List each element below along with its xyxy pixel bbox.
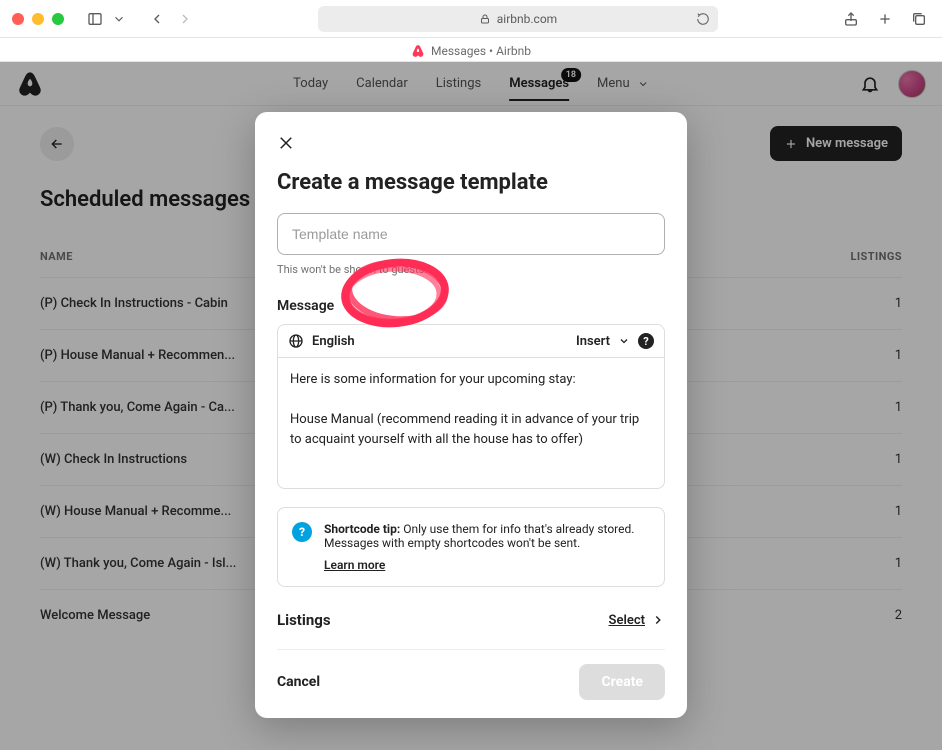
tab-title-text: Messages • Airbnb [431,44,531,58]
tip-label: Shortcode tip: [324,522,400,536]
insert-label: Insert [576,334,610,349]
template-name-hint: This won't be shown to guests. [277,263,665,276]
browser-chrome: airbnb.com [0,0,942,38]
listings-label: Listings [277,611,331,629]
select-label: Select [609,613,645,628]
message-section-label: Message [277,298,665,314]
template-name-input[interactable] [277,213,665,255]
info-icon: ? [292,522,312,542]
fullscreen-window-icon[interactable] [52,13,64,25]
globe-icon [288,333,304,349]
new-tab-icon[interactable] [874,8,896,30]
browser-tab-title: Messages • Airbnb [0,38,942,62]
cancel-button[interactable]: Cancel [277,674,320,690]
help-icon[interactable]: ? [638,333,654,349]
chevron-down-icon[interactable] [112,8,126,30]
listings-row[interactable]: Listings Select [277,605,665,635]
modal-overlay[interactable]: Create a message template This won't be … [0,62,942,750]
share-icon[interactable] [840,8,862,30]
chevron-right-icon [651,613,665,627]
create-template-modal: Create a message template This won't be … [255,112,687,718]
insert-shortcode-button[interactable]: Insert ? [576,333,654,349]
tabs-overview-icon[interactable] [908,8,930,30]
language-selector[interactable]: English [288,333,355,349]
airbnb-logo-icon [411,44,425,58]
message-textarea[interactable]: Here is some information for your upcomi… [278,358,664,488]
nav-forward-icon[interactable] [174,8,196,30]
sidebar-toggle-icon[interactable] [84,8,106,30]
shortcode-tip-card: ? Shortcode tip: Only use them for info … [277,507,665,587]
create-button[interactable]: Create [579,664,665,700]
site-frame: Today Calendar Listings Messages 18 Menu [0,62,942,750]
message-editor: English Insert ? Here is some informatio… [277,324,665,489]
modal-title: Create a message template [277,170,665,195]
minimize-window-icon[interactable] [32,13,44,25]
close-icon[interactable] [277,134,295,152]
window-controls [12,13,64,25]
language-label: English [312,334,355,349]
url-bar[interactable]: airbnb.com [318,6,718,32]
learn-more-link[interactable]: Learn more [324,558,385,572]
nav-back-icon[interactable] [146,8,168,30]
url-host: airbnb.com [497,12,557,26]
close-window-icon[interactable] [12,13,24,25]
listings-select-link[interactable]: Select [609,613,665,628]
lock-icon [479,13,491,25]
chevron-down-icon [618,335,630,347]
reload-icon[interactable] [696,12,710,26]
